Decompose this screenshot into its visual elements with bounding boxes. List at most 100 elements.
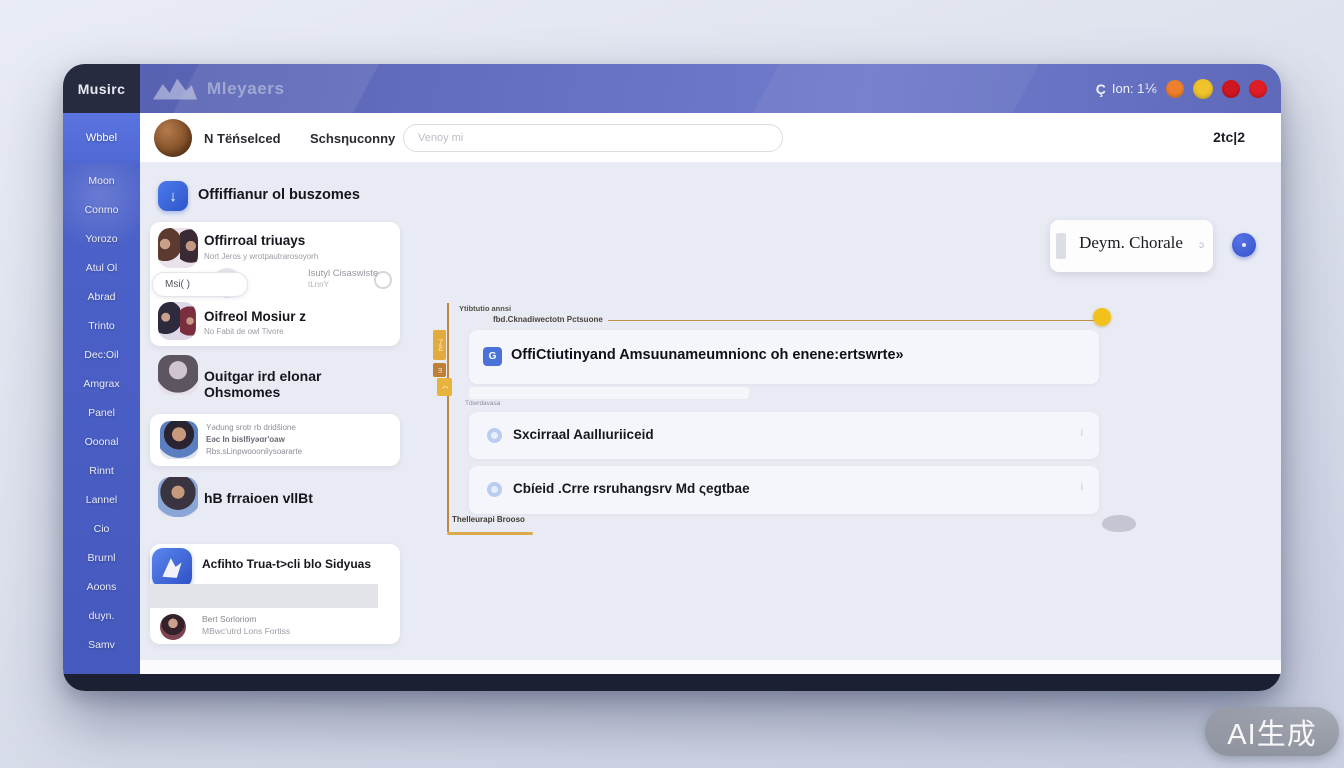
feed-card-2-line1: Yədung srotr rb dridšione bbox=[206, 422, 302, 434]
annotated-panel: Ytibtutio annsi fbd.Cknadiwectotn Pctsuo… bbox=[447, 303, 1110, 532]
feed-section-title: Offiffianur ol buszomes bbox=[198, 187, 360, 203]
feed-row-title: Ouitgar ird elonar Ohsmomes bbox=[204, 368, 400, 400]
panel-ghost-bar bbox=[469, 387, 749, 399]
sidebar-item[interactable]: Trinto bbox=[88, 320, 114, 333]
panel-row-2[interactable]: Sxcirraal Aaıllıuriiceid i bbox=[469, 412, 1099, 459]
panel-row-1[interactable]: G OffiCtiutinyand Amsuunameumnionc oh en… bbox=[469, 330, 1099, 384]
panel-row-3-title: Cbíeid .Crre rsruhangsrv Md ςegtbae bbox=[513, 481, 750, 496]
now-playing-card[interactable]: Deym. Chorale ɔ bbox=[1050, 220, 1213, 272]
panel-row-hint: i bbox=[1081, 428, 1083, 439]
panel-underline bbox=[447, 532, 533, 535]
feed-card-2-line3: Rbs.sLinpwooonilysoararte bbox=[206, 446, 302, 458]
search-input[interactable] bbox=[403, 124, 783, 152]
ghost-player-pill[interactable]: Msi( ) bbox=[152, 272, 248, 297]
sidebar-item[interactable]: Lannel bbox=[86, 494, 118, 507]
feed-item-subtitle: No Fabit de owl Tivore bbox=[204, 327, 284, 336]
panel-tag-1: 了五 bbox=[433, 330, 446, 360]
sidebar-item[interactable]: Panel bbox=[88, 407, 115, 420]
feed-card-3-subtitle: MBwc'utrd Lons Fortiss bbox=[202, 626, 290, 636]
radio-circle-icon bbox=[487, 428, 502, 443]
brand-label: Mleyaers bbox=[207, 79, 285, 99]
panel-row-2-title: Sxcirraal Aaıllıuriiceid bbox=[513, 427, 654, 442]
app-square-icon: G bbox=[483, 347, 502, 366]
sidebar-list: Moon Conmo Yorozo Atul Ol Abrad Trinto D… bbox=[63, 175, 140, 652]
feed-item-subtitle: Nort Jeros y wrotpautrarosoyorh bbox=[204, 252, 318, 261]
sidebar-item[interactable]: Samv bbox=[88, 639, 115, 652]
sidebar: Wbbel Moon Conmo Yorozo Atul Ol Abrad Tr… bbox=[63, 113, 140, 674]
feed-item-title: Offirroal triuays bbox=[204, 233, 305, 248]
sidebar-item[interactable]: Conmo bbox=[85, 204, 119, 217]
decorative-blob bbox=[1102, 515, 1136, 532]
panel-tag-3: ζ bbox=[437, 378, 452, 396]
window-control-orange[interactable] bbox=[1166, 80, 1184, 98]
feed-card-2-text: Yədung srotr rb dridšione Eəc In bislfiy… bbox=[206, 422, 302, 458]
sidebar-item[interactable]: Abrad bbox=[87, 291, 115, 304]
app-logo: Musirc bbox=[63, 64, 140, 113]
feed-card-3-name: Bert Sorloriom bbox=[202, 614, 256, 624]
ghost-player-title: Isutyl Cisaswiste bbox=[308, 268, 378, 279]
sidebar-item[interactable]: Dec:Oil bbox=[84, 349, 118, 362]
feed-row-title: hB frraioen vllBt bbox=[204, 490, 313, 506]
avatar-person bbox=[158, 477, 198, 517]
main-area: N Tëńselced Schsηuconny 2tc|2 ↓ Offiffia… bbox=[140, 113, 1281, 674]
radio-circle-icon bbox=[487, 482, 502, 497]
download-icon-glyph: ↓ bbox=[169, 188, 177, 205]
play-action-button[interactable] bbox=[1232, 233, 1256, 257]
feed-card-2[interactable]: Yədung srotr rb dridšione Eəc In bislfiy… bbox=[150, 414, 400, 466]
app-logo-text: Musirc bbox=[78, 81, 126, 97]
panel-row-hint: i bbox=[1081, 482, 1083, 493]
panel-label-bottom: Thelleurapi Brooso bbox=[452, 515, 525, 524]
mountain-logo-icon bbox=[153, 78, 197, 100]
nav-item-1[interactable]: N Tëńselced bbox=[204, 131, 281, 146]
avatar-person bbox=[160, 614, 186, 640]
feed-card-3-title: Acfihto Trua-t>cli blo Sidyuas bbox=[202, 557, 394, 571]
feed-card-3[interactable]: Acfihto Trua-t>cli blo Sidyuas Bert Sorl… bbox=[150, 544, 400, 644]
panel-tag-2: m bbox=[433, 363, 446, 377]
ai-generated-watermark: AI生成 bbox=[1205, 707, 1339, 756]
brand: Mleyaers bbox=[153, 64, 285, 113]
sidebar-item[interactable]: Amgrax bbox=[83, 378, 119, 391]
feed-row-blue[interactable]: hB frraioen vllBt bbox=[150, 477, 400, 523]
annotation-dot[interactable] bbox=[1093, 308, 1111, 326]
sidebar-item[interactable]: Brurnl bbox=[87, 552, 115, 565]
ghost-player-button[interactable] bbox=[374, 271, 392, 289]
sidebar-item[interactable]: Aoons bbox=[87, 581, 117, 594]
titlebar: Mleyaers Ç Ion: 1⅙ bbox=[63, 64, 1281, 113]
feed-card-3-strip bbox=[150, 584, 378, 608]
feed-row-grey[interactable]: Ouitgar ird elonar Ohsmomes bbox=[150, 355, 400, 401]
window-control-close[interactable] bbox=[1249, 80, 1267, 98]
feed-item-title: Oifreol Mosiur z bbox=[204, 309, 306, 324]
sidebar-item[interactable]: Ooonal bbox=[85, 436, 119, 449]
window-control-red[interactable] bbox=[1222, 80, 1240, 98]
window-bottom-bar bbox=[63, 674, 1281, 691]
feed-card-1[interactable]: Offirroal triuays Nort Jeros y wrotpautr… bbox=[150, 222, 400, 346]
app-window: Mleyaers Ç Ion: 1⅙ Musirc Wbbel Moon Con… bbox=[63, 64, 1281, 691]
panel-row-1-title: OffiCtiutinyand Amsuunameumnionc oh enen… bbox=[511, 347, 904, 363]
toolbar-right-label: 2tc|2 bbox=[1213, 129, 1245, 145]
sidebar-item[interactable]: Rinnt bbox=[89, 465, 114, 478]
panel-label-top: Ytibtutio annsi bbox=[459, 304, 511, 313]
download-icon: ↓ bbox=[158, 181, 188, 211]
panel-row-3[interactable]: Cbíeid .Crre rsruhangsrv Md ςegtbae i bbox=[469, 466, 1099, 514]
status-icon: Ç bbox=[1096, 81, 1106, 97]
now-playing-thumb bbox=[1056, 233, 1066, 259]
content-footer bbox=[140, 660, 1281, 674]
nav-item-2[interactable]: Schsηuconny bbox=[310, 131, 395, 146]
avatar-person bbox=[160, 421, 198, 459]
panel-label-mid: Tdwrdavasa bbox=[465, 400, 500, 407]
ghost-player-subtitle: tLnnY bbox=[308, 280, 329, 289]
avatar-couple bbox=[158, 302, 196, 340]
window-control-yellow[interactable] bbox=[1193, 79, 1213, 99]
sidebar-item[interactable]: Atul Ol bbox=[86, 262, 118, 275]
dove-icon bbox=[152, 548, 192, 588]
now-playing-glyph: ɔ bbox=[1199, 240, 1204, 251]
avatar-couple bbox=[158, 228, 198, 268]
sidebar-item-active[interactable]: Wbbel bbox=[63, 113, 140, 163]
sidebar-item[interactable]: duyn. bbox=[89, 610, 115, 623]
user-avatar[interactable] bbox=[154, 119, 192, 157]
feed-card-2-line2: Eəc In bislfiyəɑr'oaw bbox=[206, 434, 302, 446]
sidebar-item[interactable]: Yorozo bbox=[85, 233, 117, 246]
sidebar-item[interactable]: Cio bbox=[94, 523, 110, 536]
sidebar-item[interactable]: Moon bbox=[88, 175, 114, 188]
titlebar-right: Ç Ion: 1⅙ bbox=[1096, 64, 1267, 113]
